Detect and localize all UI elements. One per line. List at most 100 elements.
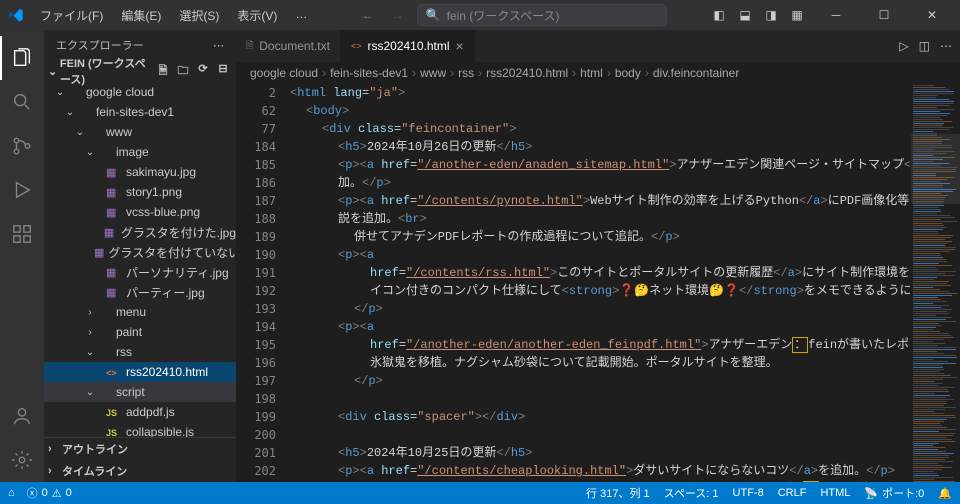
tree-item-label: グラスタを付けた.jpg [121,224,236,241]
file-item[interactable]: パーティー.jpg [44,282,236,302]
breadcrumb-item[interactable]: rss202410.html [486,66,568,80]
command-center-search[interactable]: 🔍 fein (ワークスペース) [417,4,667,26]
tree-item-label: sakimayu.jpg [126,165,196,179]
file-tree: ⌄google cloud⌄fein-sites-dev1⌄www⌄image s… [44,82,236,437]
explorer-activity-icon[interactable] [0,36,44,80]
language-status[interactable]: HTML [820,485,850,501]
editor-tab[interactable]: 🗎Document.txt [236,30,341,62]
split-editor-icon[interactable]: ◫ [919,39,930,53]
collapse-icon[interactable]: ⊟ [214,62,232,81]
menu-item[interactable]: 表示(V) [229,3,285,28]
folder-item[interactable]: ⌄google cloud [44,82,236,102]
indent-status[interactable]: スペース: 1 [664,485,719,501]
breadcrumb-item[interactable]: rss [458,66,474,80]
breadcrumb-item[interactable]: div.feincontainer [653,66,740,80]
line-gutter: 2627718418518618718818919019119219319419… [236,84,290,482]
folder-item[interactable]: ›menu [44,302,236,322]
breadcrumb-item[interactable]: fein-sites-dev1 [330,66,408,80]
file-item[interactable]: グラスタを付けていない.jpg [44,242,236,262]
search-text: fein (ワークスペース) [447,7,560,24]
breadcrumb-item[interactable]: google cloud [250,66,318,80]
nav-forward-button[interactable]: → [387,4,409,26]
problems-status[interactable]: ⓧ0⚠0 [27,485,72,501]
run-debug-activity-icon[interactable] [0,168,44,212]
minimap[interactable] [910,84,960,482]
code-editor[interactable]: <html lang="ja"><body><div class="feinco… [290,84,910,482]
layout-panel-left-icon[interactable]: ◧ [708,4,730,26]
layout-customize-icon[interactable]: ▦ [786,4,808,26]
tab-label: rss202410.html [367,39,449,53]
search-activity-icon[interactable] [0,80,44,124]
tree-item-label: paint [116,325,142,339]
tree-item-label: fein-sites-dev1 [96,105,174,119]
nav-back-button[interactable]: ← [357,4,379,26]
extensions-activity-icon[interactable] [0,212,44,256]
folder-item[interactable]: ⌄image [44,142,236,162]
status-bar: ⌂ ⓧ0⚠0 行 317、列 1 スペース: 1 UTF-8 CRLF HTML… [0,482,960,504]
menu-item[interactable]: ファイル(F) [32,3,111,28]
tree-item-label: image [116,145,149,159]
eol-status[interactable]: CRLF [778,485,807,501]
tree-item-label: rss [116,345,132,359]
menu-item[interactable]: … [287,3,315,28]
notifications-status[interactable]: 🔔 [938,485,952,501]
source-control-activity-icon[interactable] [0,124,44,168]
menu-item[interactable]: 編集(E) [113,3,169,28]
editor-tabs: 🗎Document.txt<>rss202410.html× ▷ ◫ ⋯ [236,30,960,62]
titlebar: ファイル(F)編集(E)選択(S)表示(V)… ← → 🔍 fein (ワークス… [0,0,960,30]
menu-item[interactable]: 選択(S) [171,3,227,28]
folder-item[interactable]: ⌄rss [44,342,236,362]
run-icon[interactable]: ▷ [899,39,908,53]
minimize-button[interactable]: ─ [816,0,856,30]
folder-item[interactable]: ⌄www [44,122,236,142]
breadcrumb-item[interactable]: body [615,66,641,80]
breadcrumb-item[interactable]: www [420,66,446,80]
timeline-section[interactable]: ›タイムライン [44,460,236,482]
breadcrumb[interactable]: google cloud›fein-sites-dev1›www›rss›rss… [236,62,960,84]
file-item[interactable]: グラスタを付けた.jpg [44,222,236,242]
close-tab-icon[interactable]: × [456,38,464,54]
file-item[interactable]: addpdf.js [44,402,236,422]
accounts-activity-icon[interactable] [0,394,44,438]
close-button[interactable]: ✕ [912,0,952,30]
more-icon[interactable]: ⋯ [940,39,952,53]
file-item[interactable]: パーソナリティ.jpg [44,262,236,282]
tree-item-label: グラスタを付けていない.jpg [108,244,236,261]
search-icon: 🔍 [426,8,441,22]
refresh-icon[interactable]: ⟳ [194,62,212,81]
settings-activity-icon[interactable] [0,438,44,482]
folder-item[interactable]: ⌄script [44,382,236,402]
tree-item-label: パーティー.jpg [126,284,205,301]
file-item[interactable]: vcss-blue.png [44,202,236,222]
file-item[interactable]: sakimayu.jpg [44,162,236,182]
editor-tab[interactable]: <>rss202410.html× [341,30,475,62]
tree-item-label: menu [116,305,146,319]
remote-status[interactable]: ⌂ [8,487,15,499]
encoding-status[interactable]: UTF-8 [733,485,764,501]
tree-item-label: addpdf.js [126,405,175,419]
tree-item-label: script [116,385,145,399]
menu-bar: ファイル(F)編集(E)選択(S)表示(V)… [32,3,315,28]
workspace-section-header[interactable]: ⌄FEIN (ワークスペース) 🗎 🗀 ⟳ ⊟ [44,60,236,82]
new-file-icon[interactable]: 🗎 [154,62,172,81]
editor-area: 🗎Document.txt<>rss202410.html× ▷ ◫ ⋯ goo… [236,30,960,482]
maximize-button[interactable]: ☐ [864,0,904,30]
tree-item-label: パーソナリティ.jpg [126,264,229,281]
tree-item-label: collapsible.js [126,425,194,437]
cursor-position-status[interactable]: 行 317、列 1 [586,485,650,501]
sidebar-menu-icon[interactable]: ⋯ [213,39,224,52]
folder-item[interactable]: ⌄fein-sites-dev1 [44,102,236,122]
file-item[interactable]: rss202410.html [44,362,236,382]
file-item[interactable]: collapsible.js [44,422,236,437]
activity-bar [0,30,44,482]
tree-item-label: rss202410.html [126,365,208,379]
folder-item[interactable]: ›paint [44,322,236,342]
breadcrumb-item[interactable]: html [580,66,603,80]
outline-section[interactable]: ›アウトライン [44,438,236,460]
port-status[interactable]: 📡 ポート:0 [864,485,924,501]
layout-panel-right-icon[interactable]: ◨ [760,4,782,26]
new-folder-icon[interactable]: 🗀 [174,62,192,81]
file-type-icon: 🗎 [246,38,253,54]
layout-panel-bottom-icon[interactable]: ⬓ [734,4,756,26]
file-item[interactable]: story1.png [44,182,236,202]
